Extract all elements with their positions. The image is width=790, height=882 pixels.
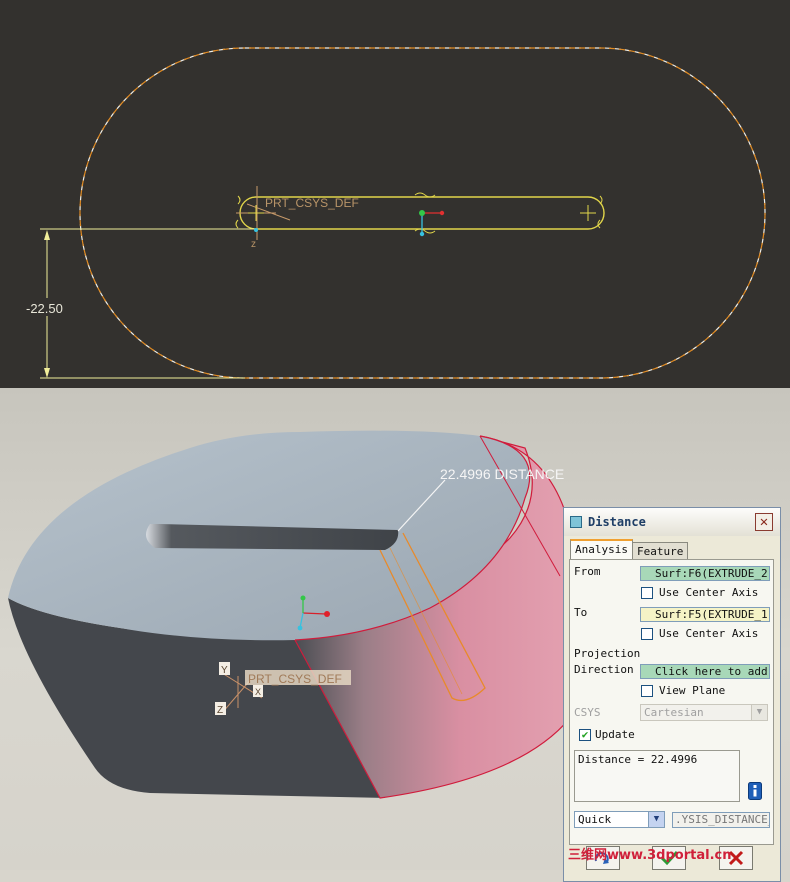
view-plane-checkbox[interactable] <box>641 685 653 697</box>
projection-label: Projection <box>574 647 641 660</box>
result-text-area: Distance = 22.4996 <box>574 750 740 802</box>
dialog-title: Distance <box>588 515 646 529</box>
dimension-value: -22.50 <box>26 301 63 316</box>
sketch-canvas: -22.50 PRT_CSYS_DEF z <box>24 47 766 379</box>
from-selection-field[interactable]: Surf:F6(EXTRUDE_2) <box>640 566 770 581</box>
distance-dialog: Distance ✕ Analysis Feature From Surf:F6… <box>563 507 781 882</box>
analysis-panel: From Surf:F6(EXTRUDE_2) Use Center Axis … <box>569 559 774 845</box>
sketch-viewport[interactable]: -22.50 PRT_CSYS_DEF z <box>0 0 790 388</box>
csys-axis-z-label: z <box>251 239 256 250</box>
direction-label: Direction <box>574 663 634 676</box>
dimension-arrow-bottom <box>44 368 50 378</box>
info-icon[interactable] <box>748 782 762 800</box>
from-use-center-axis-label: Use Center Axis <box>659 586 759 599</box>
dialog-titlebar[interactable]: Distance ✕ <box>564 508 780 536</box>
analysis-name-field[interactable]: .YSIS_DISTANCE_1 <box>672 812 770 828</box>
csys-dropdown-value: Cartesian <box>644 706 704 719</box>
analysis-mode-value: Quick <box>578 813 612 826</box>
to-use-center-axis-label: Use Center Axis <box>659 627 759 640</box>
update-label: Update <box>595 728 635 741</box>
watermark-text: 三维网www.3dportal.cn <box>568 848 732 863</box>
csys-label: CSYS <box>574 706 601 719</box>
triad-origin-icon <box>419 210 425 216</box>
tab-feature[interactable]: Feature <box>632 542 689 560</box>
to-selection-field[interactable]: Surf:F5(EXTRUDE_1) <box>640 607 770 622</box>
model-csys-label: PRT_CSYS_DEF <box>248 672 342 686</box>
from-use-center-axis-checkbox[interactable] <box>641 587 653 599</box>
csys-label: PRT_CSYS_DEF <box>265 196 359 210</box>
distance-measure-label: 22.4996 DISTANCE <box>440 466 564 482</box>
distance-dialog-icon <box>570 516 582 528</box>
chevron-down-icon[interactable]: ▼ <box>751 705 767 720</box>
tab-analysis[interactable]: Analysis <box>570 539 633 560</box>
to-label: To <box>574 606 588 619</box>
svg-text:X: X <box>255 687 261 697</box>
view-plane-label: View Plane <box>659 684 726 697</box>
distance-result: Distance = 22.4996 <box>578 753 698 766</box>
triad-x-icon <box>324 611 330 617</box>
dimension-arrow-top <box>44 230 50 240</box>
svg-text:Z: Z <box>217 705 223 716</box>
chevron-down-icon[interactable]: ▼ <box>648 812 664 827</box>
analysis-mode-dropdown[interactable]: Quick ▼ <box>574 811 665 828</box>
close-icon[interactable]: ✕ <box>755 513 773 531</box>
to-use-center-axis-checkbox[interactable] <box>641 628 653 640</box>
direction-selection-field[interactable]: Click here to add i <box>640 664 770 679</box>
svg-text:Y: Y <box>221 665 228 676</box>
csys-dropdown[interactable]: Cartesian ▼ <box>640 704 768 721</box>
update-checkbox[interactable]: ✔ <box>579 729 591 741</box>
from-label: From <box>574 565 601 578</box>
